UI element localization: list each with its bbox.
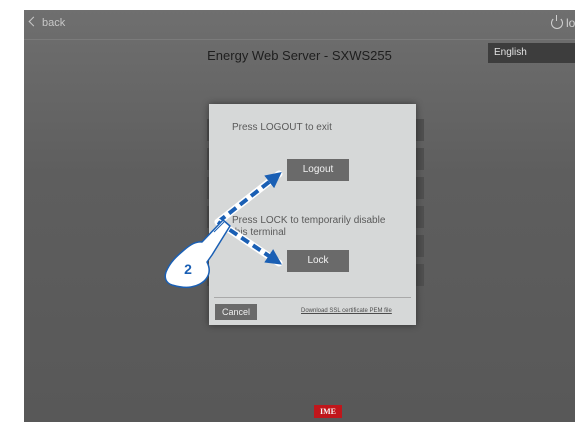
step-number: 2 bbox=[184, 261, 192, 277]
annotation-overlay: 2 bbox=[164, 170, 283, 289]
arrow-to-logout bbox=[214, 170, 283, 226]
hand-pointer-icon bbox=[164, 219, 231, 289]
